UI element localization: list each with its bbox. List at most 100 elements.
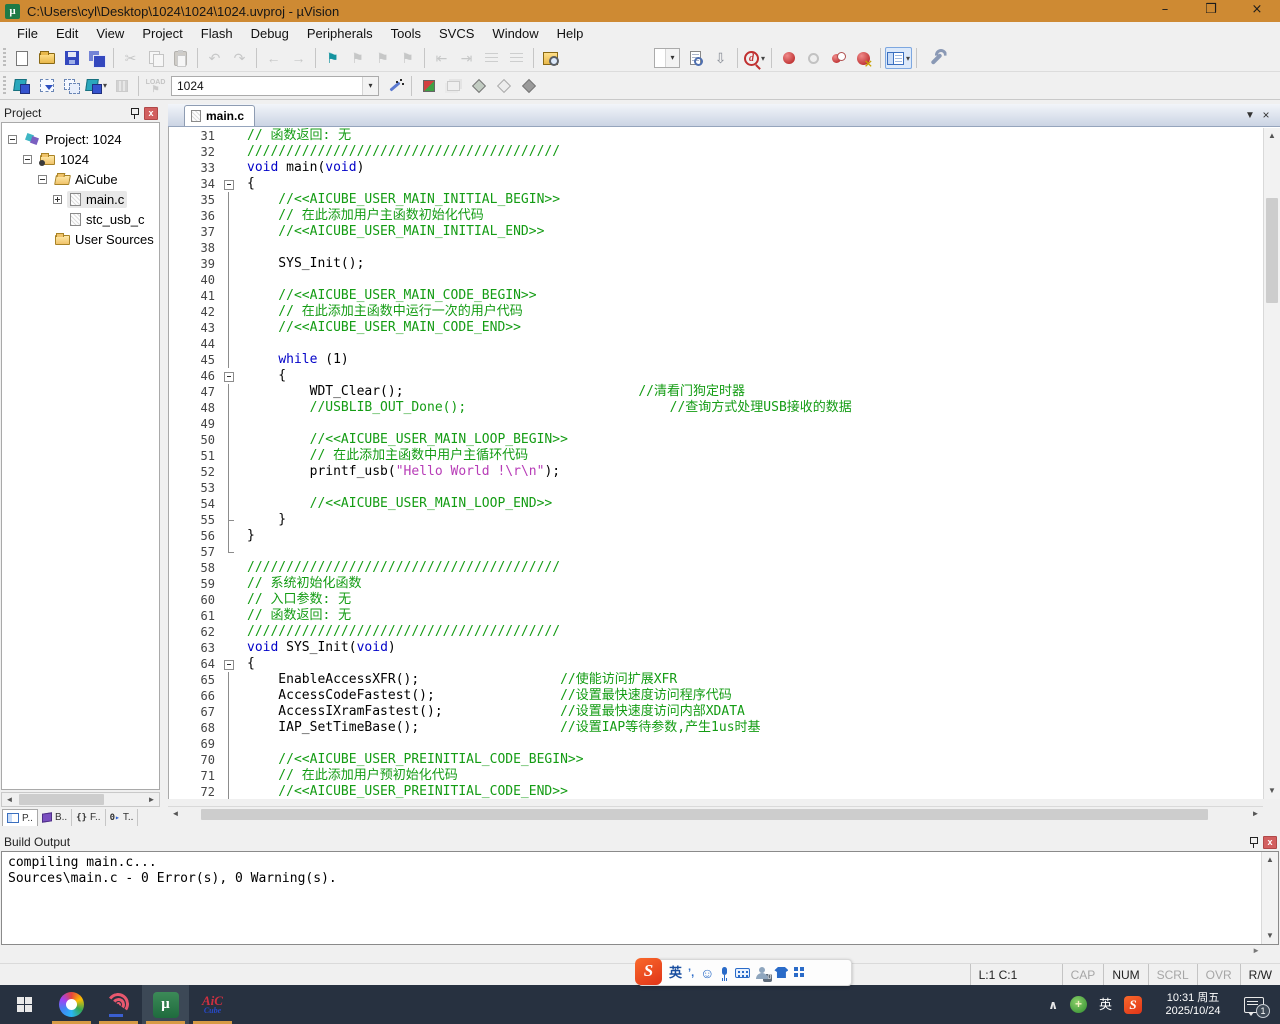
scroll-right-icon[interactable]: ► (1248, 807, 1263, 822)
menu-peripherals[interactable]: Peripherals (298, 23, 382, 44)
bookmark-next-icon[interactable]: ⚑ (370, 47, 395, 69)
bookmark-prev-icon[interactable]: ⚑ (345, 47, 370, 69)
tab-main-c[interactable]: main.c (184, 105, 255, 126)
panel-tab-templates[interactable]: 0T.. (106, 809, 139, 826)
batch-build-icon[interactable]: ▾ (84, 75, 109, 97)
scroll-right-icon[interactable]: ► (1252, 946, 1260, 955)
tree-item-aicube[interactable]: AiCube (2, 169, 159, 189)
ime-microphone-icon[interactable] (720, 967, 729, 979)
taskbar-stc-isp-button[interactable] (95, 985, 142, 1024)
download-load-icon[interactable]: LOAD (143, 75, 168, 97)
indent-right-icon[interactable]: ⇥ (454, 47, 479, 69)
target-select[interactable]: 1024▾ (171, 76, 379, 96)
menu-flash[interactable]: Flash (192, 23, 242, 44)
configure-wrench-icon[interactable] (921, 47, 946, 69)
pack-installer-icon[interactable] (516, 75, 541, 97)
find-combo[interactable]: ▾ (654, 48, 680, 68)
taskbar-uvision-button[interactable]: µ (142, 985, 189, 1024)
close-panel-icon[interactable]: x (144, 107, 158, 120)
scroll-left-icon[interactable]: ◄ (2, 793, 17, 806)
tree-item-stc-usb-c[interactable]: stc_usb_c (2, 209, 159, 229)
panel-splitter[interactable] (161, 104, 168, 826)
stop-build-icon[interactable] (109, 75, 134, 97)
expander-icon[interactable] (53, 195, 62, 204)
redo-icon[interactable]: ↷ (227, 47, 252, 69)
tab-list-dropdown-icon[interactable]: ▼ (1242, 110, 1258, 121)
scroll-thumb[interactable] (19, 794, 104, 805)
dropdown-arrow-icon[interactable]: ▾ (103, 81, 107, 90)
scroll-left-icon[interactable]: ◄ (168, 807, 183, 822)
comment-selection-icon[interactable] (479, 47, 504, 69)
cut-icon[interactable]: ✂ (118, 47, 143, 69)
undo-icon[interactable]: ↶ (202, 47, 227, 69)
editor-vscrollbar[interactable]: ▲ ▼ (1263, 128, 1280, 799)
hscroll-thumb[interactable] (201, 809, 1208, 820)
fold-collapse-icon[interactable] (221, 176, 237, 192)
toolbar-grip[interactable] (3, 76, 6, 96)
sogou-logo-icon[interactable]: S (635, 958, 662, 985)
code-editor[interactable]: 31// 函数返回: 无32//////////////////////////… (168, 127, 1280, 799)
editor-hscrollbar[interactable]: ◄ ► (168, 806, 1263, 822)
find-in-files-dialog-icon[interactable] (683, 47, 708, 69)
combo-dropdown-icon[interactable]: ▾ (665, 49, 679, 67)
scroll-up-icon[interactable]: ▲ (1264, 128, 1280, 144)
expander-icon[interactable] (8, 135, 17, 144)
breakpoint-enable-all-icon[interactable] (826, 47, 851, 69)
tray-expand-chevron-icon[interactable]: ∧ (1048, 999, 1058, 1011)
save-icon[interactable] (59, 47, 84, 69)
menu-project[interactable]: Project (133, 23, 191, 44)
window-layout-icon[interactable]: ▾ (885, 47, 912, 69)
manage-project-items-icon[interactable] (441, 75, 466, 97)
target-options-wand-icon[interactable] (382, 75, 407, 97)
ime-punctuation-icon[interactable]: ’, (688, 967, 694, 979)
menu-window[interactable]: Window (483, 23, 547, 44)
minimize-button[interactable]: – (1142, 0, 1188, 22)
tray-language-indicator[interactable]: 英 (1099, 998, 1112, 1012)
select-software-packs-icon[interactable] (491, 75, 516, 97)
scroll-track[interactable] (17, 793, 144, 806)
ime-account-icon[interactable]: 10 (756, 967, 768, 979)
tray-sogou-icon[interactable]: S (1124, 996, 1142, 1014)
tray-notification-icon[interactable]: 1 (1244, 997, 1264, 1013)
copy-icon[interactable] (143, 47, 168, 69)
quick-find-icon[interactable]: d▾ (742, 47, 767, 69)
ime-toolbox-icon[interactable] (794, 967, 805, 978)
fold-collapse-icon[interactable] (221, 368, 237, 384)
panel-tab-books[interactable]: B.. (38, 809, 72, 826)
build-output-vscrollbar[interactable]: ▲ ▼ (1261, 852, 1278, 944)
ime-keyboard-icon[interactable] (735, 968, 750, 978)
close-document-icon[interactable]: × (1258, 108, 1274, 122)
dropdown-arrow-icon[interactable]: ▾ (906, 54, 910, 63)
menu-tools[interactable]: Tools (382, 23, 430, 44)
incremental-find-icon[interactable]: ⇩ (708, 47, 733, 69)
indent-left-icon[interactable]: ⇤ (429, 47, 454, 69)
expander-icon[interactable] (38, 175, 47, 184)
bookmark-clear-icon[interactable]: ⚑ (395, 47, 420, 69)
taskbar-aicube-button[interactable]: AiCCube (189, 985, 236, 1024)
ime-language-toggle[interactable]: 英 (669, 966, 682, 980)
tree-item-user-sources[interactable]: User Sources (2, 229, 159, 249)
titlebar[interactable]: µ C:\Users\cyl\Desktop\1024\1024\1024.uv… (0, 0, 1280, 22)
nav-back-icon[interactable]: ← (261, 47, 286, 69)
maximize-button[interactable]: ❒ (1188, 0, 1234, 22)
target-options-icon[interactable] (416, 75, 441, 97)
tree-item-project-1024[interactable]: Project: 1024 (2, 129, 159, 149)
dropdown-arrow-icon[interactable]: ▾ (761, 54, 765, 63)
scroll-right-icon[interactable]: ► (144, 793, 159, 806)
menu-view[interactable]: View (87, 23, 133, 44)
fold-collapse-icon[interactable] (221, 656, 237, 672)
tray-clock[interactable]: 10:31 周五 2025/10/24 (1154, 992, 1232, 1018)
project-hscrollbar[interactable]: ◄ ► (1, 792, 160, 807)
scroll-down-icon[interactable]: ▼ (1262, 928, 1278, 944)
manage-rte-icon[interactable] (466, 75, 491, 97)
build-icon[interactable] (34, 75, 59, 97)
code-area[interactable]: 31// 函数返回: 无32//////////////////////////… (169, 128, 1263, 799)
panel-tab-functions[interactable]: {}F.. (72, 809, 105, 826)
tree-item-1024[interactable]: 1024 (2, 149, 159, 169)
breakpoint-toggle-icon[interactable] (776, 47, 801, 69)
pin-icon[interactable] (1249, 837, 1258, 848)
rebuild-all-icon[interactable] (59, 75, 84, 97)
save-all-icon[interactable] (84, 47, 109, 69)
paste-icon[interactable] (168, 47, 193, 69)
menu-file[interactable]: File (8, 23, 47, 44)
